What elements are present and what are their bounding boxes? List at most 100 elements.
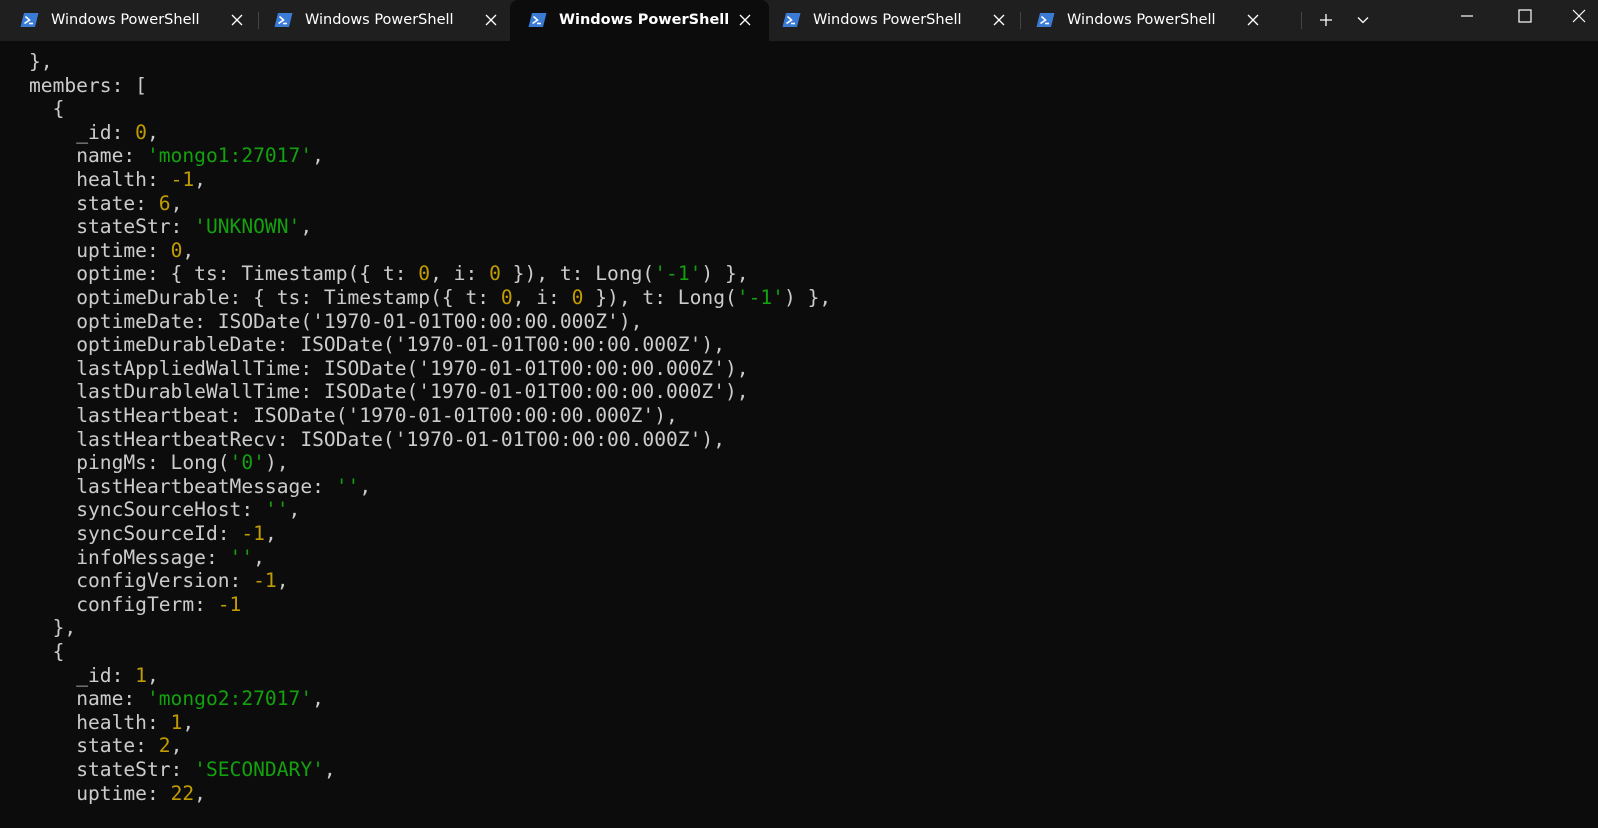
terminal-line: { <box>29 97 65 121</box>
tab-windows-powershell-3[interactable]: Windows PowerShell <box>510 0 769 41</box>
code-token: syncSourceId: <box>76 522 242 545</box>
terminal-line: optimeDurableDate: ISODate('1970-01-01T0… <box>29 333 725 357</box>
string-token: '0' <box>229 451 265 475</box>
code-token: , <box>359 474 372 498</box>
tab-windows-powershell-1[interactable]: Windows PowerShell <box>2 0 261 41</box>
code-token: ), <box>264 451 289 475</box>
number-token: 22 <box>170 781 195 805</box>
code-token: }), t: Long( <box>500 262 655 286</box>
code-token: optimeDate: ISODate('1970-01-01T00:00:00… <box>76 309 643 333</box>
string-token: '' <box>335 474 360 498</box>
code-token: health: <box>76 710 171 734</box>
code-token: { <box>52 640 65 663</box>
code-token: , <box>323 758 336 781</box>
terminal-line: lastHeartbeatMessage: '', <box>29 475 371 499</box>
terminal-line: uptime: 0, <box>29 239 194 263</box>
string-token: '-1' <box>736 286 784 309</box>
maximize-icon <box>1518 9 1532 23</box>
code-token: , <box>288 498 301 522</box>
code-token: { <box>52 97 65 121</box>
string-token: '-1' <box>654 262 702 286</box>
terminal-line: lastHeartbeat: ISODate('1970-01-01T00:00… <box>29 404 678 428</box>
number-token: 0 <box>170 238 183 262</box>
number-token: -1 <box>241 522 265 545</box>
tab-close-button[interactable] <box>736 11 754 29</box>
terminal-line: name: 'mongo1:27017', <box>29 144 324 168</box>
code-token: syncSourceHost: <box>76 498 265 522</box>
maximize-button[interactable] <box>1505 2 1545 30</box>
powershell-tab-icon <box>782 12 801 28</box>
window-close-button[interactable] <box>1560 2 1598 30</box>
code-token: optimeDurable: { ts: Timestamp({ t: <box>76 286 501 309</box>
terminal-line: optime: { ts: Timestamp({ t: 0, i: 0 }),… <box>29 262 748 286</box>
tab-windows-powershell-2[interactable]: Windows PowerShell <box>256 0 515 41</box>
terminal-line: _id: 1, <box>29 664 159 688</box>
code-token: , i: <box>430 262 490 286</box>
code-token: , <box>264 522 277 545</box>
code-token: , <box>170 734 183 758</box>
code-token: lastHeartbeatMessage: <box>76 474 336 498</box>
terminal-line: name: 'mongo2:27017', <box>29 687 324 711</box>
tab-title: Windows PowerShell <box>813 12 962 28</box>
code-token: , <box>312 687 324 711</box>
code-token: , <box>194 168 206 191</box>
minimize-button[interactable] <box>1447 2 1487 30</box>
code-token: , <box>194 781 206 805</box>
tab-windows-powershell-5[interactable]: Windows PowerShell <box>1018 0 1277 41</box>
code-token: lastHeartbeatRecv: ISODate('1970-01-01T0… <box>76 427 725 451</box>
string-token: 'mongo2:27017' <box>146 687 313 711</box>
powershell-icon <box>782 13 801 27</box>
number-token: -1 <box>253 569 277 593</box>
code-token: state: <box>76 734 159 758</box>
string-token: '' <box>264 498 289 522</box>
close-icon <box>1247 14 1259 26</box>
terminal-line: configTerm: -1 <box>29 593 241 617</box>
code-token: , i: <box>512 286 572 309</box>
code-token: infoMessage: <box>76 545 230 569</box>
tab-title: Windows PowerShell <box>1067 12 1216 28</box>
code-token: optimeDurableDate: ISODate('1970-01-01T0… <box>76 333 725 357</box>
powershell-tab-icon <box>528 12 547 28</box>
terminal-line: { <box>29 640 65 664</box>
tab-separator <box>1301 12 1302 29</box>
terminal-output[interactable]: }, members: [ { _id: 0, name: 'mongo1:270… <box>0 41 1598 828</box>
number-token: 6 <box>158 191 171 215</box>
close-icon <box>993 14 1005 26</box>
terminal-line: state: 6, <box>29 192 182 216</box>
code-token: , <box>312 144 324 168</box>
terminal-line: _id: 0, <box>29 121 159 145</box>
number-token: 1 <box>135 663 147 687</box>
code-token: lastDurableWallTime: ISODate('1970-01-01… <box>76 380 749 404</box>
powershell-tab-icon <box>20 12 39 28</box>
tab-windows-powershell-4[interactable]: Windows PowerShell <box>764 0 1023 41</box>
powershell-icon <box>1036 13 1055 27</box>
tab-close-button[interactable] <box>228 11 246 29</box>
tab-close-button[interactable] <box>482 11 500 29</box>
terminal-line: syncSourceId: -1, <box>29 522 277 546</box>
tab-title: Windows PowerShell <box>559 12 730 28</box>
terminal-line: }, <box>29 616 77 640</box>
new-tab-button[interactable] <box>1315 9 1337 31</box>
tab-close-button[interactable] <box>1244 11 1262 29</box>
string-token: 'mongo1:27017' <box>146 144 313 168</box>
string-token: 'SECONDARY' <box>194 758 324 781</box>
tab-close-button[interactable] <box>990 11 1008 29</box>
terminal-line: pingMs: Long('0'), <box>29 451 289 475</box>
terminal-line: lastHeartbeatRecv: ISODate('1970-01-01T0… <box>29 428 725 452</box>
number-token: 1 <box>170 710 183 734</box>
terminal-line: optimeDate: ISODate('1970-01-01T00:00:00… <box>29 310 642 334</box>
code-token: configTerm: <box>76 592 218 616</box>
tab-dropdown-button[interactable] <box>1352 9 1374 31</box>
string-token: '' <box>229 545 254 569</box>
